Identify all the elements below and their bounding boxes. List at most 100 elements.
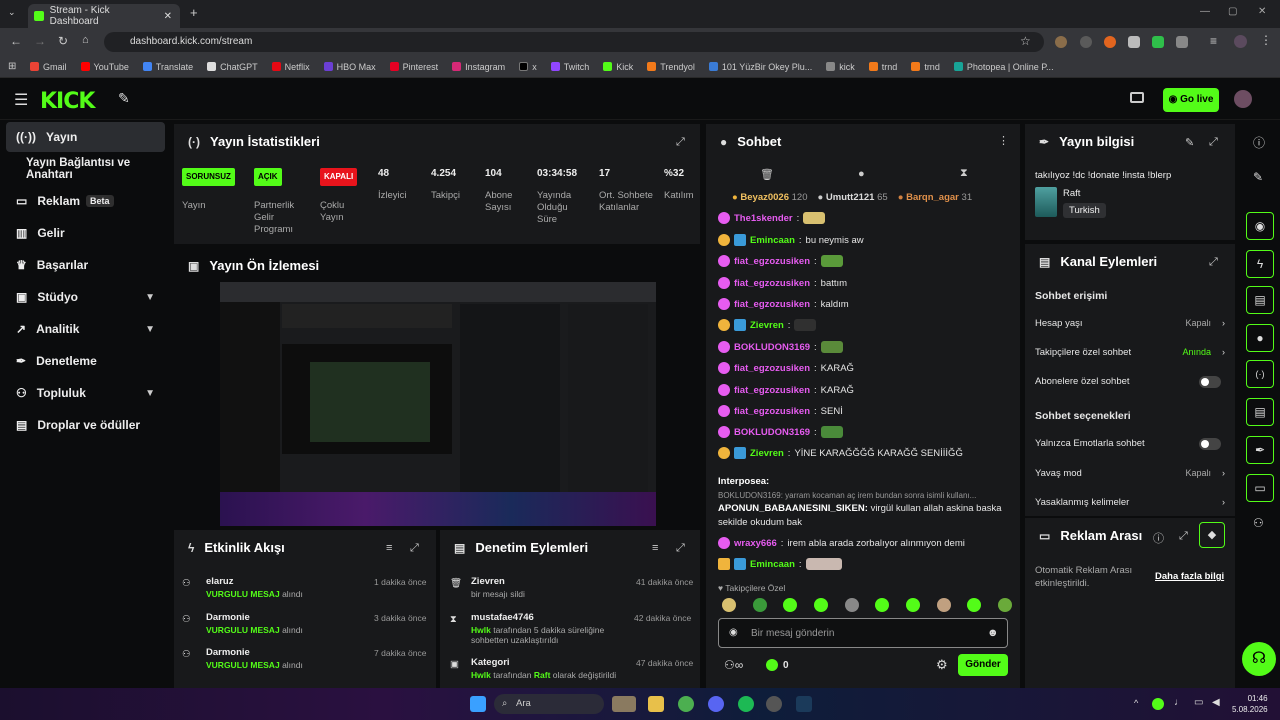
wrench-icon[interactable]: ✒ [1246,436,1274,464]
chat-bubble-icon[interactable]: ● [1246,324,1274,352]
bookmark-twitch[interactable]: Twitch [550,62,589,72]
extension-icon[interactable] [1104,36,1116,48]
support-headset-icon[interactable]: ☊ [1242,642,1276,676]
expand-icon[interactable]: ⤢ [676,136,685,149]
browser-tab[interactable]: Stream - Kick Dashboard ✕ [28,4,180,28]
network-icon[interactable]: ▭ [1194,697,1203,708]
reload-icon[interactable]: ↻ [58,34,68,48]
file-explorer-icon[interactable] [648,696,664,712]
emote-icon[interactable] [997,598,1012,612]
info-icon[interactable]: ⓘ [1253,134,1265,151]
home-icon[interactable]: ⌂ [82,34,89,46]
extension-icon[interactable] [1152,36,1164,48]
pin-tool-icon[interactable]: ✎ [118,90,130,107]
sidebar-item-stream-key[interactable]: Yayın Bağlantısı ve Anahtarı [6,154,165,184]
expand-icon[interactable]: ⤢ [1209,136,1218,149]
send-button[interactable]: Gönder [958,654,1008,676]
bookmark-pinterest[interactable]: Pinterest [389,62,438,72]
setting-banned-words[interactable]: Yasaklanmış kelimeler › [1035,497,1225,508]
emote-icon[interactable] [967,598,982,612]
more-info-link[interactable]: Daha fazla bilgi [1155,571,1224,582]
bookmark-kick[interactable]: Kick [603,62,633,72]
broadcast-icon[interactable]: (·) [1246,360,1274,388]
bookmark-translate[interactable]: Translate [142,62,193,72]
back-icon[interactable]: ← [10,34,22,48]
bookmark-instagram[interactable]: Instagram [452,62,505,72]
more-options-icon[interactable]: ⋮ [998,134,1009,147]
expand-icon[interactable]: ⤢ [676,542,685,555]
settings-gear-icon[interactable]: ⚙ [936,657,948,673]
bookmark-star-icon[interactable]: ☆ [1020,34,1031,48]
tab-list-icon[interactable]: ⌄ [8,7,16,18]
user-avatar[interactable] [1234,90,1252,108]
community-icon[interactable]: ⚇ [1253,516,1264,530]
emote-icon[interactable] [752,598,767,612]
lightning-icon[interactable]: ϟ [1246,250,1274,278]
discord-icon[interactable] [708,696,724,712]
go-live-button[interactable]: ◉ Go live [1163,88,1219,112]
stream-preview-video[interactable] [220,282,656,526]
forward-icon[interactable]: → [34,34,46,48]
monitor-icon[interactable]: ▭ [1246,474,1274,502]
tray-app-icon[interactable] [1152,698,1164,710]
sidebar-item-studyo[interactable]: ▣ Stüdyo ▼ [6,282,165,312]
bookmark-folder-kick[interactable]: kick [826,62,855,72]
subscribers-only-toggle[interactable] [1199,376,1221,388]
steam-icon[interactable] [796,696,812,712]
setting-account-age[interactable]: Hesap yaşı Kapalı › [1035,318,1225,329]
sidebar-item-analitik[interactable]: ↗ Analitik ▼ [6,314,165,344]
menu-dots-icon[interactable]: ⋮ [1260,33,1272,47]
setting-followers-only[interactable]: Takipçilere özel sohbet Anında › [1035,347,1225,358]
sidebar-item-yayin[interactable]: ((·)) Yayın [6,122,165,152]
bookmark-photopea[interactable]: Photopea | Online P... [953,62,1054,72]
emote-icon[interactable] [905,598,920,612]
microphone-icon[interactable]: ♩ [1174,697,1184,708]
document-icon[interactable]: ▤ [1246,286,1274,314]
server-icon[interactable]: ▤ [1246,398,1274,426]
extensions-puzzle-icon[interactable] [1176,36,1188,48]
bookmark-x[interactable]: x [519,62,537,72]
preview-toggle-icon[interactable]: ◉ [1246,212,1274,240]
obs-icon[interactable] [766,696,782,712]
spotify-icon[interactable] [738,696,754,712]
emote-icon[interactable] [783,598,798,612]
ad-settings-icon[interactable]: ◆ [1199,522,1225,548]
emote-only-toggle[interactable] [1199,438,1221,450]
new-tab-icon[interactable]: + [190,5,198,20]
minimize-icon[interactable]: — [1200,6,1210,17]
bookmark-trnd[interactable]: trnd [868,62,897,72]
windows-start-icon[interactable] [470,696,486,712]
emote-icon[interactable] [844,598,859,612]
close-window-icon[interactable]: ✕ [1258,6,1266,17]
bookmark-hbomax[interactable]: HBO Max [323,62,376,72]
trash-icon[interactable]: 🗑 [760,168,774,181]
sidebar-item-gelir[interactable]: ▥ Gelir [6,218,165,248]
emoji-icon[interactable]: ☻ [987,627,999,639]
profile-avatar[interactable] [1234,35,1247,48]
sidebar-item-denetleme[interactable]: ✒ Denetleme [6,346,165,376]
tab-search-icon[interactable]: ≡ [1210,34,1217,48]
shield-icon[interactable] [1128,36,1140,48]
url-input[interactable]: dashboard.kick.com/stream [104,32,1044,52]
bookmark-youtube[interactable]: YouTube [80,62,129,72]
category-name[interactable]: Raft [1063,188,1080,199]
filter-icon[interactable]: ≡ [652,542,658,554]
extension-icon[interactable] [1055,36,1067,48]
widget-icon[interactable] [612,696,636,712]
setting-slow-mode[interactable]: Yavaş mod Kapalı › [1035,468,1225,479]
mod-view-icon[interactable] [1130,92,1144,103]
clock[interactable]: 01:46 5.08.2026 [1232,693,1268,715]
bookmark-chatgpt[interactable]: ChatGPT [207,62,258,72]
emote-icon[interactable] [875,598,890,612]
expand-icon[interactable]: ⤢ [1179,530,1188,543]
volume-icon[interactable]: ◀ [1212,697,1220,708]
edit-pencil-icon[interactable]: ✎ [1185,136,1194,149]
maximize-icon[interactable]: ▢ [1228,6,1237,17]
emote-icon[interactable] [936,598,951,612]
info-icon[interactable]: ⓘ [1153,530,1164,546]
edit-pencil-icon[interactable]: ✎ [1253,170,1263,184]
bookmark-trendyol[interactable]: Trendyol [647,62,695,72]
tray-chevron-icon[interactable]: ^ [1134,698,1138,708]
sidebar-item-reklam[interactable]: ▭ Reklam Beta [6,186,165,216]
extension-icon[interactable] [1080,36,1092,48]
